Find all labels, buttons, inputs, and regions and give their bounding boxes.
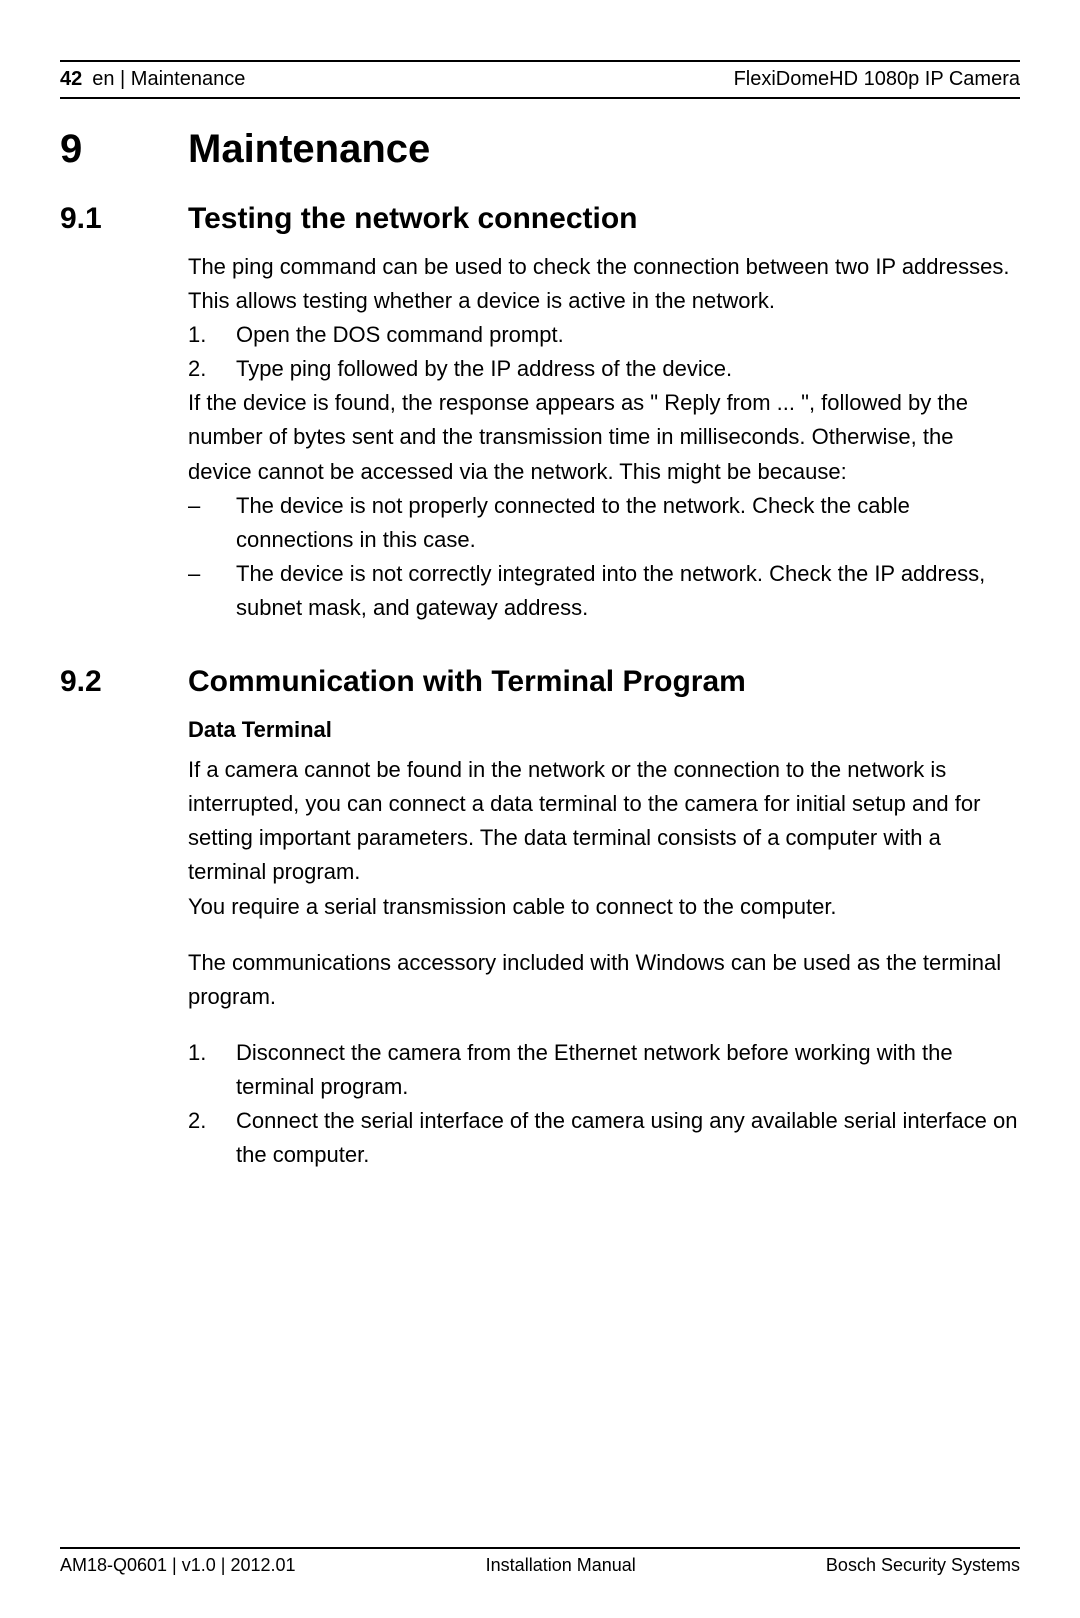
ordered-step-1: 1. Open the DOS command prompt. <box>188 318 1020 352</box>
chapter-heading: 9 Maintenance <box>60 127 1020 172</box>
bullet-marker: – <box>188 489 236 557</box>
content: 9 Maintenance 9.1 Testing the network co… <box>60 99 1020 1172</box>
spacer <box>188 924 1020 946</box>
spacer <box>188 1014 1020 1036</box>
footer-line: AM18-Q0601 | v1.0 | 2012.01 Installation… <box>60 1555 1020 1576</box>
step-text: Type ping followed by the IP address of … <box>236 352 732 386</box>
paragraph: You require a serial transmission cable … <box>188 890 1020 924</box>
section-title: Communication with Terminal Program <box>188 665 746 699</box>
footer-right: Bosch Security Systems <box>826 1555 1020 1576</box>
footer: AM18-Q0601 | v1.0 | 2012.01 Installation… <box>60 1547 1020 1576</box>
subheading: Data Terminal <box>188 713 1020 747</box>
header-product: FlexiDomeHD 1080p IP Camera <box>734 68 1020 91</box>
bullet-marker: – <box>188 557 236 625</box>
header-rule-top <box>60 60 1020 62</box>
section-heading-9-1: 9.1 Testing the network connection <box>60 202 1020 236</box>
footer-rule <box>60 1547 1020 1549</box>
step-marker: 2. <box>188 1104 236 1172</box>
page: 42 en | Maintenance FlexiDomeHD 1080p IP… <box>0 0 1080 1618</box>
footer-left: AM18-Q0601 | v1.0 | 2012.01 <box>60 1555 296 1576</box>
step-marker: 1. <box>188 318 236 352</box>
ordered-step-2: 2. Type ping followed by the IP address … <box>188 352 1020 386</box>
step-marker: 1. <box>188 1036 236 1104</box>
bullet-text: The device is not properly connected to … <box>236 489 1020 557</box>
section-heading-9-2: 9.2 Communication with Terminal Program <box>60 665 1020 699</box>
chapter-number: 9 <box>60 127 188 172</box>
section-number: 9.2 <box>60 665 188 699</box>
ordered-step-2: 2. Connect the serial interface of the c… <box>188 1104 1020 1172</box>
section-number: 9.1 <box>60 202 188 236</box>
breadcrumb: en | Maintenance <box>92 68 245 91</box>
footer-center: Installation Manual <box>486 1555 636 1576</box>
bullet-item: – The device is not correctly integrated… <box>188 557 1020 625</box>
paragraph: The communications accessory included wi… <box>188 946 1020 1014</box>
step-marker: 2. <box>188 352 236 386</box>
paragraph: If a camera cannot be found in the netwo… <box>188 753 1020 889</box>
paragraph: The ping command can be used to check th… <box>188 250 1020 318</box>
step-text: Disconnect the camera from the Ethernet … <box>236 1036 1020 1104</box>
section-9-2-body: Data Terminal If a camera cannot be foun… <box>188 713 1020 1172</box>
bullet-text: The device is not correctly integrated i… <box>236 557 1020 625</box>
header-left: 42 en | Maintenance <box>60 68 245 91</box>
step-text: Connect the serial interface of the came… <box>236 1104 1020 1172</box>
header: 42 en | Maintenance FlexiDomeHD 1080p IP… <box>60 66 1020 97</box>
bullet-item: – The device is not properly connected t… <box>188 489 1020 557</box>
section-9-1-body: The ping command can be used to check th… <box>188 250 1020 625</box>
section-title: Testing the network connection <box>188 202 637 236</box>
page-number: 42 <box>60 68 82 91</box>
ordered-step-1: 1. Disconnect the camera from the Ethern… <box>188 1036 1020 1104</box>
step-text: Open the DOS command prompt. <box>236 318 564 352</box>
chapter-title: Maintenance <box>188 127 430 172</box>
paragraph: If the device is found, the response app… <box>188 386 1020 488</box>
